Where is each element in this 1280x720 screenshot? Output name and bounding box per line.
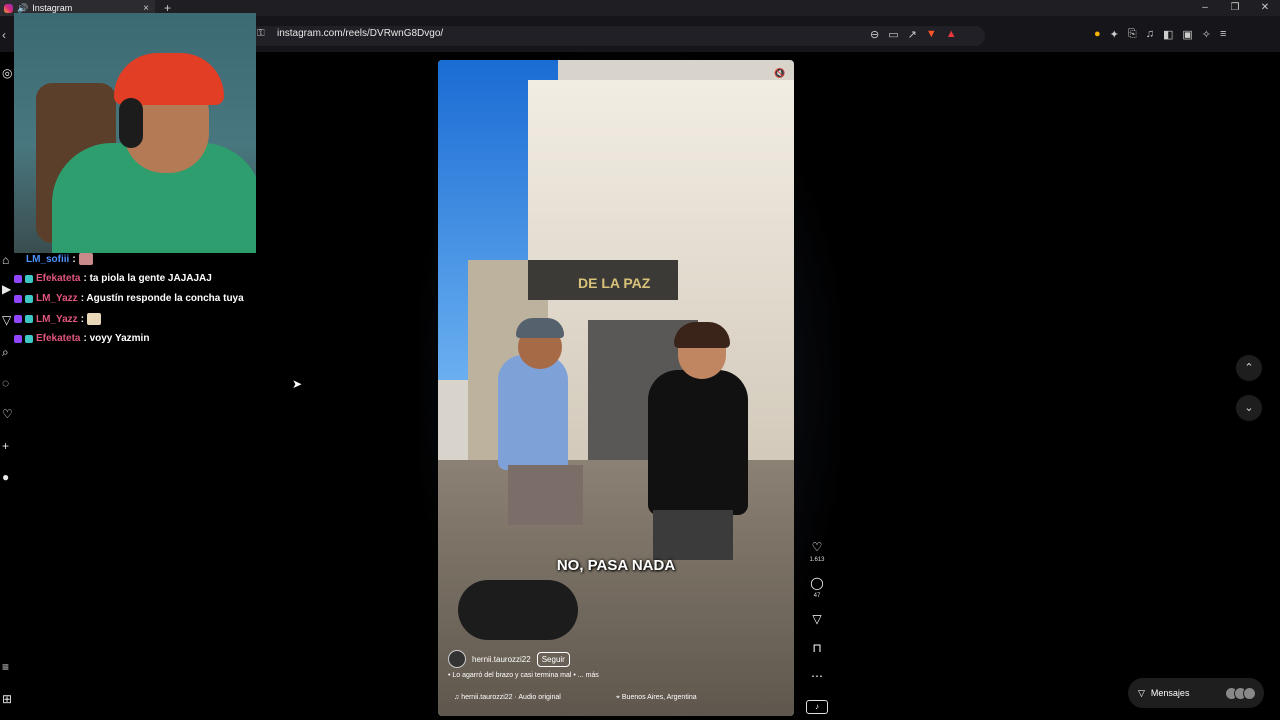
- badge-icon: [25, 334, 33, 343]
- person-left-shirt: [498, 355, 568, 470]
- chat-line: LM_sofiii :: [26, 253, 93, 265]
- person-left-cap: [516, 318, 564, 338]
- chat-line: LM_Yazz : Agustín responde la concha tuy…: [14, 293, 244, 304]
- follow-button[interactable]: Seguir: [536, 651, 570, 667]
- save-bookmark-icon[interactable]: ⊓: [806, 641, 828, 655]
- person-right-shorts: [653, 510, 733, 560]
- reel-audio[interactable]: ♫ hernii.taurozzi22 · Audio original: [454, 694, 561, 701]
- comment-icon[interactable]: ◯: [806, 576, 828, 590]
- window-controls: – ❐ ✕: [1190, 0, 1280, 16]
- chat-username: LM_Yazz: [36, 313, 78, 325]
- menu-icon[interactable]: ≡: [1220, 28, 1226, 41]
- extension-icons: ● ✦ ⎘ ♫ ◧ ▣ ✧ ≡: [1094, 28, 1226, 41]
- reel-caption[interactable]: • Lo agarró del brazo y casi termina mal…: [448, 672, 599, 679]
- person-right-hair: [674, 322, 730, 348]
- chat-message: :: [80, 313, 85, 325]
- badge-icon: [25, 315, 33, 323]
- video-subtitle: NO, PASA NADA: [556, 557, 676, 574]
- next-reel-button[interactable]: ⌄: [1236, 395, 1262, 421]
- instagram-favicon-icon: [4, 3, 13, 13]
- chat-message: : voyy Yazmin: [83, 333, 150, 344]
- chat-username: LM_sofiii: [26, 253, 70, 265]
- messages-button[interactable]: ▽ Mensajes: [1128, 678, 1264, 708]
- reel-location[interactable]: ⌖ Buenos Aires, Argentina: [616, 694, 697, 702]
- like-heart-icon[interactable]: ♡: [806, 540, 828, 554]
- share-send-icon[interactable]: ▽: [806, 612, 828, 626]
- badge-icon: [14, 334, 22, 343]
- audio-icon[interactable]: 🔊: [17, 3, 28, 14]
- reel-author: hernii.taurozzi22 Seguir: [448, 650, 570, 668]
- direct-icon[interactable]: ▽: [2, 313, 11, 327]
- chat-username: Efekateta: [36, 333, 81, 344]
- music-icon[interactable]: ♫: [1146, 28, 1154, 41]
- avatar: [1243, 686, 1256, 700]
- chat-username: LM_Yazz: [36, 293, 78, 304]
- close-window-button[interactable]: ✕: [1250, 0, 1280, 16]
- brave-rewards-icon[interactable]: ▲: [946, 28, 957, 41]
- site-settings-icon[interactable]: ⚿: [257, 28, 265, 39]
- chat-message: : ta piola la gente JAJAJAJ: [83, 273, 212, 284]
- author-avatar[interactable]: [448, 650, 466, 668]
- profile-avatar-icon[interactable]: ●: [2, 470, 9, 484]
- chat-username: Efekateta: [36, 273, 81, 284]
- more-options-icon[interactable]: ⋯: [806, 669, 828, 683]
- messages-send-icon: ▽: [1138, 687, 1145, 698]
- share-icon[interactable]: ↗: [908, 28, 917, 41]
- mouse-cursor-icon: ➤: [292, 377, 303, 391]
- wallet-icon[interactable]: ▣: [1182, 28, 1192, 41]
- create-plus-icon[interactable]: +: [2, 439, 9, 453]
- chat-line: LM_Yazz :: [14, 313, 102, 325]
- chat-message: :: [72, 253, 76, 265]
- badge-icon: [14, 315, 22, 323]
- badge-icon: [25, 294, 33, 303]
- person-left-shorts: [508, 465, 583, 525]
- streamer-webcam: [14, 13, 256, 253]
- minimize-button[interactable]: –: [1190, 0, 1220, 16]
- store-sign: DE LA PAZ: [578, 275, 651, 291]
- badge-icon: [14, 274, 22, 283]
- like-count: 1.613: [809, 557, 825, 563]
- back-arrow-icon[interactable]: ‹: [2, 28, 6, 42]
- comment-count: 47: [813, 593, 821, 599]
- home-icon[interactable]: ⌂: [2, 253, 9, 267]
- message-avatars: [1225, 686, 1256, 700]
- chat-message: : Agustín responde la concha tuya: [80, 293, 244, 304]
- notifications-heart-icon[interactable]: ♡: [2, 407, 13, 421]
- badge-icon: [25, 274, 33, 283]
- url-text[interactable]: instagram.com/reels/DVRwnG8Dvgo/: [277, 28, 443, 39]
- address-bar-icons: ⊖ ▭ ↗ ▼ ▲: [870, 28, 957, 41]
- sidebar-icon[interactable]: ◧: [1163, 28, 1173, 41]
- extensions-puzzle-icon[interactable]: ✦: [1110, 28, 1119, 41]
- instagram-logo-icon[interactable]: ◎: [2, 66, 12, 80]
- messages-label: Mensajes: [1150, 688, 1190, 698]
- badge-icon: [14, 294, 22, 303]
- search-icon[interactable]: ⌕: [2, 345, 9, 360]
- explore-icon[interactable]: ◌: [2, 376, 9, 390]
- chat-emote: [78, 253, 93, 265]
- reels-icon[interactable]: ▶: [2, 282, 11, 296]
- tab-title: Instagram: [32, 3, 73, 13]
- person-right-shirt: [648, 370, 748, 515]
- tab-close-button[interactable]: ×: [143, 3, 149, 14]
- more-menu-icon[interactable]: ≡: [2, 660, 9, 674]
- restore-button[interactable]: ❐: [1220, 0, 1250, 16]
- brave-shield-icon[interactable]: ▼: [926, 28, 937, 41]
- mute-icon[interactable]: 🔇: [774, 68, 785, 79]
- cast-icon[interactable]: ▭: [888, 28, 898, 41]
- extension-color-icon[interactable]: ●: [1094, 28, 1101, 41]
- reel-video[interactable]: DE LA PAZ 🔇 NO, PASA NADA hernii.taurozz…: [438, 60, 794, 716]
- chat-line: Efekateta : ta piola la gente JAJAJAJ: [14, 273, 212, 284]
- screenshot-icon[interactable]: ⎘: [1128, 28, 1137, 41]
- trash-bag: [458, 580, 578, 640]
- chat-emote: [87, 313, 102, 325]
- leo-icon[interactable]: ✧: [1202, 28, 1211, 41]
- previous-reel-button[interactable]: ⌃: [1236, 355, 1262, 381]
- apps-grid-icon[interactable]: ⊞: [2, 692, 12, 706]
- audio-thumbnail-icon[interactable]: ♪: [806, 700, 828, 714]
- headphones: [119, 98, 143, 148]
- author-username[interactable]: hernii.taurozzi22: [472, 655, 531, 664]
- chat-line: Efekateta : voyy Yazmin: [14, 333, 149, 344]
- zoom-icon[interactable]: ⊖: [870, 28, 879, 41]
